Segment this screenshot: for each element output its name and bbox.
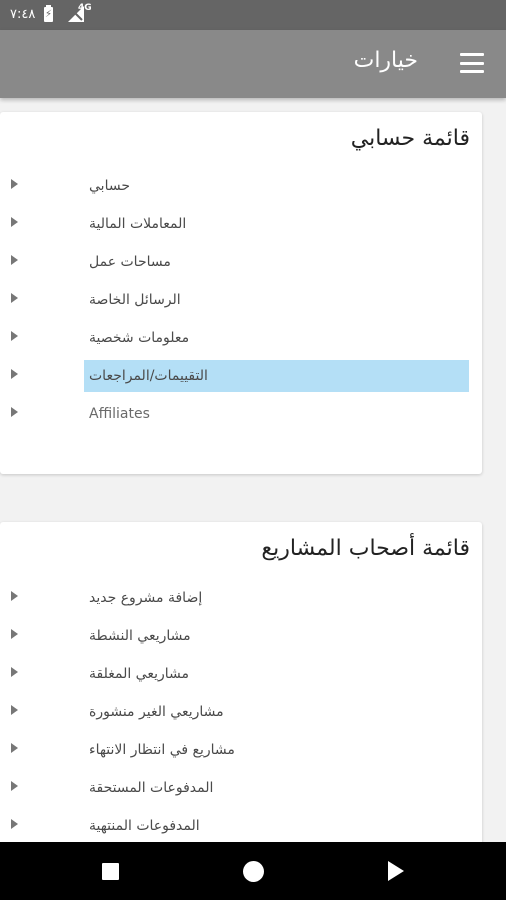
account-menu-card: قائمة حسابي حسابي المعاملات المالية مساحات…: [0, 112, 482, 474]
list-item-label: مشاريع في انتظار الانتهاء: [89, 742, 235, 758]
home-circle-icon[interactable]: [243, 861, 264, 882]
expand-arrow-icon[interactable]: [11, 255, 18, 265]
expand-arrow-icon[interactable]: [11, 591, 18, 601]
list-item[interactable]: مشاريعي النشطة: [0, 620, 482, 652]
list-item-label: التقييمات/المراجعات: [84, 360, 469, 392]
list-item-label: حسابي: [89, 178, 130, 194]
list-item-label: المدفوعات المنتهية: [89, 818, 200, 834]
list-item[interactable]: مشاريعي المغلقة: [0, 658, 482, 690]
expand-arrow-icon[interactable]: [11, 781, 18, 791]
expand-arrow-icon[interactable]: [11, 369, 18, 379]
list-item-label: Affiliates: [89, 406, 150, 422]
expand-arrow-icon[interactable]: [11, 407, 18, 417]
list-item[interactable]: المعاملات المالية: [0, 208, 482, 240]
status-bar: ٧:٤٨ 4G: [0, 0, 506, 30]
page-title: خيارات: [353, 48, 418, 73]
list-item[interactable]: المدفوعات المنتهية: [0, 810, 482, 842]
list-item-label: إضافة مشروع جديد: [89, 590, 203, 606]
battery-charging-icon: [44, 5, 53, 22]
list-item[interactable]: مساحات عمل: [0, 246, 482, 278]
list-item[interactable]: التقييمات/المراجعات: [0, 360, 482, 392]
expand-arrow-icon[interactable]: [11, 705, 18, 715]
list-item[interactable]: الرسائل الخاصة: [0, 284, 482, 316]
app-bar: خيارات: [0, 30, 506, 98]
account-menu-title: قائمة حسابي: [350, 126, 470, 151]
expand-arrow-icon[interactable]: [11, 331, 18, 341]
list-item-label: المدفوعات المستحقة: [89, 780, 214, 796]
system-nav-bar: [0, 842, 506, 900]
owners-menu-title: قائمة أصحاب المشاريع: [261, 536, 470, 561]
expand-arrow-icon[interactable]: [11, 217, 18, 227]
list-item-label: مشاريعي المغلقة: [89, 666, 190, 682]
expand-arrow-icon[interactable]: [11, 819, 18, 829]
expand-arrow-icon[interactable]: [11, 667, 18, 677]
list-item[interactable]: إضافة مشروع جديد: [0, 582, 482, 614]
list-item[interactable]: مشاريعي الغير منشورة: [0, 696, 482, 728]
recent-triangle-icon[interactable]: [388, 861, 404, 881]
list-item-label: مساحات عمل: [89, 254, 171, 270]
expand-arrow-icon[interactable]: [11, 743, 18, 753]
hamburger-menu-icon[interactable]: [460, 53, 484, 73]
list-item[interactable]: Affiliates: [0, 398, 482, 430]
expand-arrow-icon[interactable]: [11, 293, 18, 303]
list-item-label: الرسائل الخاصة: [89, 292, 181, 308]
list-item[interactable]: معلومات شخصية: [0, 322, 482, 354]
list-item[interactable]: مشاريع في انتظار الانتهاء: [0, 734, 482, 766]
list-item-label: معلومات شخصية: [89, 330, 190, 346]
expand-arrow-icon[interactable]: [11, 179, 18, 189]
list-item-label: مشاريعي النشطة: [89, 628, 191, 644]
list-item[interactable]: المدفوعات المستحقة: [0, 772, 482, 804]
list-item-label: المعاملات المالية: [89, 216, 187, 232]
network-type-label: 4G: [78, 3, 92, 13]
status-time: ٧:٤٨: [10, 7, 36, 22]
list-item[interactable]: حسابي: [0, 170, 482, 202]
list-item-label: مشاريعي الغير منشورة: [89, 704, 224, 720]
owners-menu-card: قائمة أصحاب المشاريع إضافة مشروع جديد مشا…: [0, 522, 482, 862]
back-square-icon[interactable]: [102, 863, 119, 880]
expand-arrow-icon[interactable]: [11, 629, 18, 639]
